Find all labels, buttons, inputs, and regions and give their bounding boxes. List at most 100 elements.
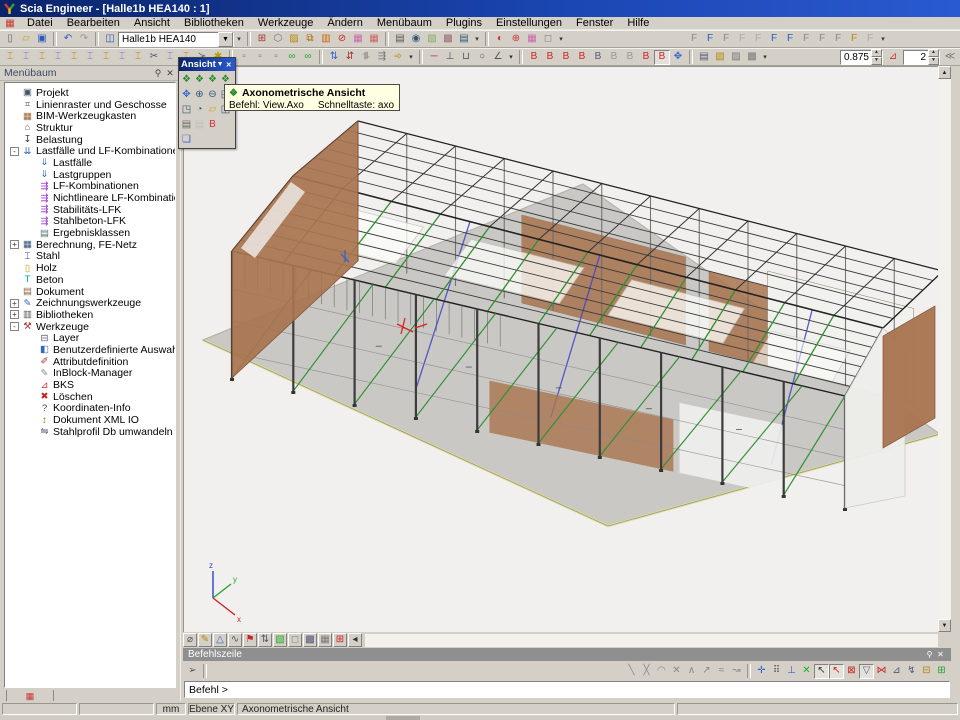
sidebar-item-inblock-manager[interactable]: ✎InBlock-Manager bbox=[5, 368, 175, 380]
command-input[interactable]: Befehl > bbox=[184, 681, 950, 698]
link-nodes-button[interactable]: ∞ bbox=[284, 50, 300, 65]
load-move-button[interactable]: ✥ bbox=[670, 50, 686, 65]
sidebar-item-stabilitäts-lfk[interactable]: ⇶Stabilitäts-LFK bbox=[5, 204, 175, 216]
close-icon[interactable]: ✕ bbox=[935, 650, 946, 659]
picture-button[interactable]: ▩ bbox=[440, 32, 456, 47]
snap-peak-button[interactable]: ∧ bbox=[684, 664, 699, 679]
rafter-button[interactable]: ⌶ bbox=[34, 50, 50, 65]
pin-icon[interactable]: ⚲ bbox=[924, 650, 935, 659]
zoom-out-button[interactable]: ⊖ bbox=[206, 87, 219, 102]
collapse-button[interactable]: ≪ bbox=[942, 50, 958, 65]
horizontal-scrollbar[interactable] bbox=[365, 634, 938, 647]
angle-tool-button[interactable]: △ bbox=[213, 633, 227, 647]
colored-cube-button[interactable]: ❏ bbox=[180, 132, 193, 147]
import-up-button[interactable]: ⇅ bbox=[326, 50, 342, 65]
view-preset-3-button[interactable]: F bbox=[718, 32, 734, 47]
load-panel-1-button[interactable]: B bbox=[526, 50, 542, 65]
select-cross-button[interactable]: ⋈ bbox=[874, 664, 889, 679]
sidebar-item-struktur[interactable]: ⌂Struktur bbox=[5, 122, 175, 134]
open-button[interactable]: ▱ bbox=[18, 32, 34, 47]
sidebar-item-dokument-xml-io[interactable]: ↕Dokument XML IO bbox=[5, 414, 175, 426]
sidebar-item-layer[interactable]: ⊟Layer bbox=[5, 332, 175, 344]
menu-bearbeiten[interactable]: Bearbeiten bbox=[60, 17, 127, 30]
draw-circle-button[interactable]: ○ bbox=[474, 50, 490, 65]
menu-fenster[interactable]: Fenster bbox=[569, 17, 620, 30]
ansicht-title-bar[interactable]: Ansicht ▼ ✕ bbox=[179, 58, 235, 71]
sidebar-item-werkzeuge[interactable]: -⚒Werkzeuge bbox=[5, 321, 175, 333]
count-spinner-up-icon[interactable]: ▲ bbox=[928, 49, 939, 57]
count-spinner-down-icon[interactable]: ▼ bbox=[928, 57, 939, 65]
snap-move-button[interactable]: ✛ bbox=[754, 664, 769, 679]
calc-protocol-button[interactable]: B bbox=[206, 117, 219, 132]
undo-button[interactable]: ↶ bbox=[60, 32, 76, 47]
sidebar-item-projekt[interactable]: ▣Projekt bbox=[5, 87, 175, 99]
pin-icon[interactable]: ⚲ bbox=[152, 68, 164, 79]
menu-datei[interactable]: Datei bbox=[20, 17, 60, 30]
load-panel-6-button[interactable]: B bbox=[606, 50, 622, 65]
move-level-button[interactable]: ⥮ bbox=[358, 50, 374, 65]
snap-wave-button[interactable]: ≈ bbox=[714, 664, 729, 679]
swap-tool-button[interactable]: ⇅ bbox=[258, 633, 272, 647]
sidebar-item-bibliotheken[interactable]: +▥Bibliotheken bbox=[5, 309, 175, 321]
view-preset-11-button[interactable]: F bbox=[846, 32, 862, 47]
collapse-icon[interactable]: - bbox=[10, 322, 19, 331]
cross-link-button[interactable]: ⌶ bbox=[66, 50, 82, 65]
sidebar-item-löschen[interactable]: ✖Löschen bbox=[5, 391, 175, 403]
menu-plugins[interactable]: Plugins bbox=[439, 17, 489, 30]
load-panel-9-button[interactable]: B bbox=[654, 50, 670, 65]
select-b-button[interactable]: ↖ bbox=[829, 664, 844, 679]
print-button[interactable]: ▤ bbox=[392, 32, 408, 47]
dropdown-arrow-icon[interactable]: ▾ bbox=[760, 50, 770, 65]
sidebar-item-lastgruppen[interactable]: ⇓Lastgruppen bbox=[5, 169, 175, 181]
view-preset-1-button[interactable]: F bbox=[686, 32, 702, 47]
xml-io-button[interactable]: ⧉ bbox=[302, 32, 318, 47]
doc-save-button[interactable]: ▤ bbox=[696, 50, 712, 65]
view-preset-8-button[interactable]: F bbox=[798, 32, 814, 47]
chevron-down-icon[interactable]: ▼ bbox=[216, 61, 225, 68]
sidebar-item-beton[interactable]: TBeton bbox=[5, 274, 175, 286]
ghost-mode-button[interactable]: ◻ bbox=[288, 633, 302, 647]
clip-toggle-button[interactable]: ⌀ bbox=[183, 633, 197, 647]
save-button[interactable]: ▣ bbox=[34, 32, 50, 47]
scale-spinner-down-icon[interactable]: ▼ bbox=[871, 57, 882, 65]
scroll-down-icon[interactable]: ▼ bbox=[938, 619, 951, 632]
view-direction-button[interactable]: ▱ bbox=[206, 102, 219, 117]
beam-button[interactable]: ⌶ bbox=[18, 50, 34, 65]
zoom-previous-button[interactable]: ◔ bbox=[193, 102, 206, 117]
sidebar-item-lf-kombinationen[interactable]: ⇶LF-Kombinationen bbox=[5, 181, 175, 193]
scale-spinner[interactable]: 0.875▲▼ bbox=[840, 50, 883, 65]
sidebar-item-bks[interactable]: ⊿BKS bbox=[5, 379, 175, 391]
node-b-button[interactable]: ▫ bbox=[252, 50, 268, 65]
sidebar-item-stahl[interactable]: ⌶Stahl bbox=[5, 251, 175, 263]
dropdown-arrow-icon[interactable]: ▾ bbox=[506, 50, 516, 65]
expand-icon[interactable]: + bbox=[10, 310, 19, 319]
menu-hilfe[interactable]: Hilfe bbox=[620, 17, 656, 30]
draw-rect-button[interactable]: ⊔ bbox=[458, 50, 474, 65]
sidebar-item-ergebnisklassen[interactable]: ▤Ergebnisklassen bbox=[5, 227, 175, 239]
view-xy-button[interactable]: ❖ bbox=[193, 72, 206, 87]
nav-cube-button[interactable]: ✥ bbox=[180, 87, 193, 102]
window-layout-button[interactable]: ◫ bbox=[102, 32, 118, 47]
sidebar-item-berechnung-fe-netz[interactable]: +▦Berechnung, FE-Netz bbox=[5, 239, 175, 251]
scale-spinner-up-icon[interactable]: ▲ bbox=[871, 49, 882, 57]
view-xz-button[interactable]: ❖ bbox=[206, 72, 219, 87]
snap-line-button[interactable]: ╲ bbox=[624, 664, 639, 679]
plate-button[interactable]: ⌶ bbox=[114, 50, 130, 65]
dropdown-arrow-icon[interactable]: ▾ bbox=[472, 32, 482, 47]
print-preview-button[interactable]: ◉ bbox=[408, 32, 424, 47]
load-panel-2-button[interactable]: B bbox=[542, 50, 558, 65]
sidebar-item-lastfälle[interactable]: ⇓Lastfälle bbox=[5, 157, 175, 169]
bracing-button[interactable]: ⌶ bbox=[50, 50, 66, 65]
vertical-scrollbar[interactable]: ▲ ▼ bbox=[938, 66, 951, 632]
sidebar-item-bim-werkzeugkasten[interactable]: ▦BIM-Werkzeugkasten bbox=[5, 110, 175, 122]
collapse-icon[interactable]: - bbox=[10, 147, 19, 156]
draw-polyline-button[interactable]: ⊥ bbox=[442, 50, 458, 65]
sidebar-item-koordinaten-info[interactable]: ?Koordinaten-Info bbox=[5, 403, 175, 415]
view-preset-2-button[interactable]: F bbox=[702, 32, 718, 47]
select-plus-button[interactable]: ⊞ bbox=[934, 664, 949, 679]
view-axo-button[interactable]: ❖ bbox=[180, 72, 193, 87]
sidebar-item-stahlprofil-db-umwandeln[interactable]: ⇋Stahlprofil Db umwandeln bbox=[5, 426, 175, 438]
count-spinner[interactable]: 2▲▼ bbox=[903, 50, 940, 65]
pick-cursor-button[interactable]: ➢ bbox=[185, 664, 200, 679]
menu-bibliotheken[interactable]: Bibliotheken bbox=[177, 17, 251, 30]
